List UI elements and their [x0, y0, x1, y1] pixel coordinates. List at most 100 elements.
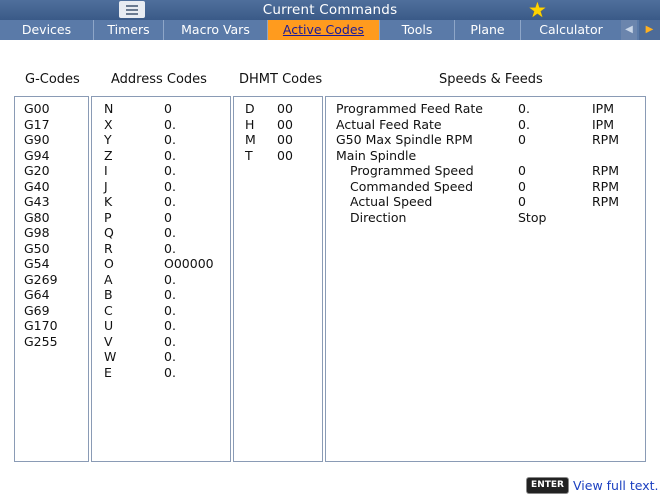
address-code-letter: J — [104, 178, 108, 194]
dhmt-code-letter: T — [245, 147, 253, 163]
g-codes-header: G-Codes — [25, 72, 80, 87]
address-code-value: 0 — [164, 101, 172, 116]
address-code-value: 0 — [164, 209, 172, 225]
speeds-feeds-label: Actual Feed Rate — [336, 116, 442, 132]
view-full-text-link[interactable]: View full text. — [573, 478, 659, 493]
dhmt-code-value: 00 — [277, 116, 293, 132]
tab-plane[interactable]: Plane — [455, 20, 521, 40]
g-code-item: G98 — [24, 225, 50, 240]
speeds-feeds-label: Commanded Speed — [350, 178, 474, 194]
tab-tools[interactable]: Tools — [380, 20, 455, 40]
address-code-letter: X — [104, 116, 113, 132]
speeds-feeds-value: 0 — [518, 194, 526, 209]
g-code-item: G255 — [24, 333, 58, 349]
address-code-letter: R — [104, 240, 113, 256]
address-code-letter: K — [104, 194, 113, 209]
address-code-value: 0. — [164, 225, 176, 240]
address-code-value: 0. — [164, 333, 176, 349]
address-code-letter: U — [104, 318, 114, 333]
address-code-letter: I — [104, 163, 108, 178]
address-code-letter: V — [104, 333, 113, 349]
address-code-letter: Q — [104, 225, 114, 240]
speeds-feeds-value: 0. — [518, 101, 530, 116]
dhmt-code-letter: H — [245, 116, 255, 132]
address-codes-panel: N 0 X 0. Y 0. Z 0. I 0. J 0. K 0. P 0 Q 0. R 0. O O00000 A 0. B 0… — [91, 96, 231, 462]
address-code-value: O00000 — [164, 256, 214, 271]
address-code-letter: N — [104, 101, 114, 116]
address-code-letter: O — [104, 256, 114, 271]
speeds-feeds-label: G50 Max Spindle RPM — [336, 132, 473, 147]
speeds-feeds-label: Direction — [350, 209, 407, 225]
dhmt-code-letter: D — [245, 101, 255, 116]
tab-bar: Devices Timers Macro Vars Active Codes T… — [0, 20, 660, 40]
address-code-value: 0. — [164, 163, 176, 178]
dhmt-code-value: 00 — [277, 132, 293, 147]
address-code-value: 0. — [164, 147, 176, 163]
dhmt-codes-panel: D 00 H 00 M 00 T 00 — [233, 96, 323, 462]
address-code-value: 0. — [164, 178, 176, 194]
g-code-item: G00 — [24, 101, 50, 116]
speeds-feeds-value: 0 — [518, 132, 526, 147]
scroll-left-icon[interactable]: ◀ — [621, 20, 637, 40]
speeds-feeds-unit: IPM — [592, 116, 615, 132]
address-code-value: 0. — [164, 271, 176, 287]
dhmt-code-letter: M — [245, 132, 256, 147]
speeds-feeds-label: Main Spindle — [336, 147, 417, 163]
address-code-value: 0. — [164, 318, 176, 333]
g-codes-panel: G00 G17 G90 G94 G20 G40 G43 G80 G98 G50 G54 G269 G64… — [14, 96, 89, 462]
window-title: Current Commands — [262, 2, 398, 18]
address-codes-header: Address Codes — [111, 72, 207, 87]
address-code-letter: P — [104, 209, 112, 225]
g-code-item: G50 — [24, 240, 50, 256]
speeds-feeds-unit: RPM — [592, 178, 620, 194]
address-code-value: 0. — [164, 364, 176, 380]
address-code-letter: C — [104, 302, 113, 318]
star-icon[interactable]: ★ — [528, 0, 547, 22]
address-code-value: 0. — [164, 287, 176, 302]
tab-macro-vars[interactable]: Macro Vars — [164, 20, 268, 40]
speeds-feeds-unit: RPM — [592, 132, 620, 147]
address-code-letter: B — [104, 287, 113, 302]
address-code-letter: A — [104, 271, 113, 287]
g-code-item: G69 — [24, 302, 50, 318]
address-code-letter: Z — [104, 147, 113, 163]
address-code-letter: Y — [104, 132, 112, 147]
tab-calculator[interactable]: Calculator — [521, 20, 621, 40]
speeds-feeds-value: 0 — [518, 163, 526, 178]
speeds-feeds-header: Speeds & Feeds — [439, 72, 543, 87]
address-code-value: 0. — [164, 132, 176, 147]
g-code-item: G64 — [24, 287, 50, 302]
address-code-value: 0. — [164, 349, 176, 364]
address-code-value: 0. — [164, 194, 176, 209]
tab-devices[interactable]: Devices — [0, 20, 94, 40]
speeds-feeds-unit: RPM — [592, 194, 620, 209]
g-code-item: G269 — [24, 271, 58, 287]
g-code-item: G40 — [24, 178, 50, 194]
dhmt-code-value: 00 — [277, 101, 293, 116]
g-code-item: G170 — [24, 318, 58, 333]
title-bar: Current Commands ★ — [0, 0, 660, 22]
g-code-item: G94 — [24, 147, 50, 163]
speeds-feeds-panel: Programmed Feed Rate 0. IPM Actual Feed Rat… — [325, 96, 646, 462]
g-code-item: G17 — [24, 116, 50, 132]
speeds-feeds-value: Stop — [518, 209, 547, 225]
speeds-feeds-unit: RPM — [592, 163, 620, 178]
dhmt-codes-header: DHMT Codes — [239, 72, 323, 87]
address-code-letter: W — [104, 349, 117, 364]
speeds-feeds-value: 0 — [518, 178, 526, 194]
dhmt-code-value: 00 — [277, 147, 293, 163]
speeds-feeds-label: Programmed Feed Rate — [336, 101, 483, 116]
tab-active-codes[interactable]: Active Codes — [268, 20, 380, 40]
g-code-item: G54 — [24, 256, 50, 271]
enter-key-icon[interactable]: ENTER — [527, 478, 568, 493]
speeds-feeds-value: 0. — [518, 116, 530, 132]
speeds-feeds-unit: IPM — [592, 101, 615, 116]
address-code-value: 0. — [164, 240, 176, 256]
scroll-right-icon[interactable]: ▶ — [639, 20, 660, 40]
tab-timers[interactable]: Timers — [94, 20, 164, 40]
g-code-item: G20 — [24, 163, 50, 178]
address-code-letter: E — [104, 364, 112, 380]
g-code-item: G80 — [24, 209, 50, 225]
g-code-item: G90 — [24, 132, 50, 147]
address-code-value: 0. — [164, 302, 176, 318]
